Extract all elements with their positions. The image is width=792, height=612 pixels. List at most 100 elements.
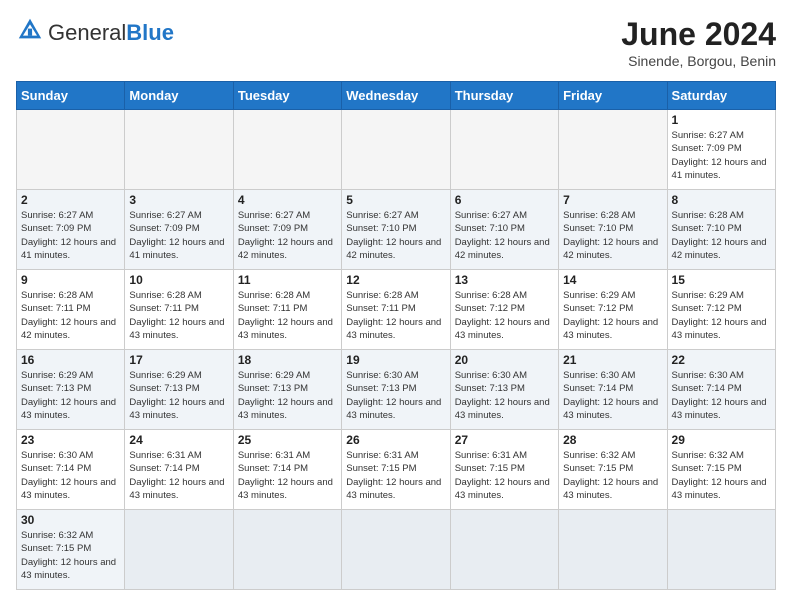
calendar-cell — [125, 110, 233, 190]
calendar-cell: 23Sunrise: 6:30 AM Sunset: 7:14 PM Dayli… — [17, 430, 125, 510]
calendar-cell: 29 Sunrise: 6:32 AM Sunset: 7:15 PM Dayli… — [667, 430, 775, 510]
calendar-cell: 15 Sunrise: 6:29 AM Sunset: 7:12 PM Dayli… — [667, 270, 775, 350]
day-info: Sunrise: 6:27 AM Sunset: 7:09 PM Dayligh… — [21, 209, 120, 262]
day-info: Sunrise: 6:31 AM Sunset: 7:14 PM Dayligh… — [129, 449, 228, 502]
day-info: Sunrise: 6:30 AM Sunset: 7:13 PM Dayligh… — [455, 369, 554, 422]
day-number: 16 — [21, 353, 120, 367]
day-info: Sunrise: 6:29 AM Sunset: 7:13 PM Dayligh… — [129, 369, 228, 422]
day-number: 13 — [455, 273, 554, 287]
day-number: 18 — [238, 353, 337, 367]
calendar-cell: 22 Sunrise: 6:30 AM Sunset: 7:14 PM Dayli… — [667, 350, 775, 430]
calendar-cell — [559, 110, 667, 190]
week-row-3: 16 Sunrise: 6:29 AM Sunset: 7:13 PM Dayli… — [17, 350, 776, 430]
weekday-header-row: SundayMondayTuesdayWednesdayThursdayFrid… — [17, 82, 776, 110]
calendar-cell: 7Sunrise: 6:28 AM Sunset: 7:10 PM Daylig… — [559, 190, 667, 270]
week-row-0: 1Sunrise: 6:27 AM Sunset: 7:09 PM Daylig… — [17, 110, 776, 190]
week-row-4: 23Sunrise: 6:30 AM Sunset: 7:14 PM Dayli… — [17, 430, 776, 510]
header-friday: Friday — [559, 82, 667, 110]
day-info: Sunrise: 6:27 AM Sunset: 7:09 PM Dayligh… — [672, 129, 771, 182]
calendar-cell: 17 Sunrise: 6:29 AM Sunset: 7:13 PM Dayli… — [125, 350, 233, 430]
calendar: SundayMondayTuesdayWednesdayThursdayFrid… — [16, 81, 776, 590]
week-row-2: 9Sunrise: 6:28 AM Sunset: 7:11 PM Daylig… — [17, 270, 776, 350]
day-info: Sunrise: 6:32 AM Sunset: 7:15 PM Dayligh… — [21, 529, 120, 582]
day-info: Sunrise: 6:32 AM Sunset: 7:15 PM Dayligh… — [672, 449, 771, 502]
day-info: Sunrise: 6:27 AM Sunset: 7:10 PM Dayligh… — [455, 209, 554, 262]
day-info: Sunrise: 6:28 AM Sunset: 7:11 PM Dayligh… — [238, 289, 337, 342]
day-info: Sunrise: 6:27 AM Sunset: 7:09 PM Dayligh… — [238, 209, 337, 262]
calendar-cell: 25 Sunrise: 6:31 AM Sunset: 7:14 PM Dayli… — [233, 430, 341, 510]
day-info: Sunrise: 6:29 AM Sunset: 7:13 PM Dayligh… — [21, 369, 120, 422]
header-thursday: Thursday — [450, 82, 558, 110]
day-info: Sunrise: 6:32 AM Sunset: 7:15 PM Dayligh… — [563, 449, 662, 502]
day-number: 6 — [455, 193, 554, 207]
day-number: 7 — [563, 193, 662, 207]
logo-text: GeneralBlue — [48, 22, 174, 44]
day-number: 17 — [129, 353, 228, 367]
calendar-cell: 8 Sunrise: 6:28 AM Sunset: 7:10 PM Daylig… — [667, 190, 775, 270]
calendar-cell — [559, 510, 667, 590]
day-number: 26 — [346, 433, 445, 447]
calendar-cell: 18Sunrise: 6:29 AM Sunset: 7:13 PM Dayli… — [233, 350, 341, 430]
day-info: Sunrise: 6:29 AM Sunset: 7:12 PM Dayligh… — [672, 289, 771, 342]
day-number: 14 — [563, 273, 662, 287]
calendar-cell: 27 Sunrise: 6:31 AM Sunset: 7:15 PM Dayli… — [450, 430, 558, 510]
calendar-cell — [342, 510, 450, 590]
calendar-cell: 20 Sunrise: 6:30 AM Sunset: 7:13 PM Dayli… — [450, 350, 558, 430]
day-number: 24 — [129, 433, 228, 447]
day-number: 29 — [672, 433, 771, 447]
day-info: Sunrise: 6:30 AM Sunset: 7:14 PM Dayligh… — [21, 449, 120, 502]
header-monday: Monday — [125, 82, 233, 110]
calendar-cell — [125, 510, 233, 590]
logo-icon — [16, 16, 44, 49]
day-info: Sunrise: 6:27 AM Sunset: 7:09 PM Dayligh… — [129, 209, 228, 262]
day-number: 30 — [21, 513, 120, 527]
calendar-cell: 13Sunrise: 6:28 AM Sunset: 7:12 PM Dayli… — [450, 270, 558, 350]
day-info: Sunrise: 6:30 AM Sunset: 7:14 PM Dayligh… — [563, 369, 662, 422]
day-number: 8 — [672, 193, 771, 207]
header-sunday: Sunday — [17, 82, 125, 110]
day-info: Sunrise: 6:29 AM Sunset: 7:12 PM Dayligh… — [563, 289, 662, 342]
calendar-cell — [342, 110, 450, 190]
calendar-cell: 3 Sunrise: 6:27 AM Sunset: 7:09 PM Daylig… — [125, 190, 233, 270]
calendar-cell — [450, 510, 558, 590]
calendar-cell — [17, 110, 125, 190]
calendar-cell: 9Sunrise: 6:28 AM Sunset: 7:11 PM Daylig… — [17, 270, 125, 350]
header-tuesday: Tuesday — [233, 82, 341, 110]
day-number: 22 — [672, 353, 771, 367]
calendar-cell: 26Sunrise: 6:31 AM Sunset: 7:15 PM Dayli… — [342, 430, 450, 510]
day-number: 12 — [346, 273, 445, 287]
day-number: 11 — [238, 273, 337, 287]
calendar-cell — [233, 110, 341, 190]
day-info: Sunrise: 6:31 AM Sunset: 7:15 PM Dayligh… — [455, 449, 554, 502]
day-number: 28 — [563, 433, 662, 447]
calendar-cell: 10Sunrise: 6:28 AM Sunset: 7:11 PM Dayli… — [125, 270, 233, 350]
day-number: 25 — [238, 433, 337, 447]
calendar-cell: 6 Sunrise: 6:27 AM Sunset: 7:10 PM Daylig… — [450, 190, 558, 270]
day-number: 2 — [21, 193, 120, 207]
day-number: 27 — [455, 433, 554, 447]
day-number: 20 — [455, 353, 554, 367]
calendar-cell: 1Sunrise: 6:27 AM Sunset: 7:09 PM Daylig… — [667, 110, 775, 190]
day-info: Sunrise: 6:31 AM Sunset: 7:14 PM Dayligh… — [238, 449, 337, 502]
day-info: Sunrise: 6:30 AM Sunset: 7:14 PM Dayligh… — [672, 369, 771, 422]
calendar-cell: 2 Sunrise: 6:27 AM Sunset: 7:09 PM Daylig… — [17, 190, 125, 270]
day-number: 21 — [563, 353, 662, 367]
calendar-cell: 28 Sunrise: 6:32 AM Sunset: 7:15 PM Dayli… — [559, 430, 667, 510]
calendar-cell — [667, 510, 775, 590]
calendar-cell: 14 Sunrise: 6:29 AM Sunset: 7:12 PM Dayli… — [559, 270, 667, 350]
calendar-cell: 12Sunrise: 6:28 AM Sunset: 7:11 PM Dayli… — [342, 270, 450, 350]
day-number: 15 — [672, 273, 771, 287]
day-info: Sunrise: 6:28 AM Sunset: 7:10 PM Dayligh… — [672, 209, 771, 262]
day-info: Sunrise: 6:30 AM Sunset: 7:13 PM Dayligh… — [346, 369, 445, 422]
header: GeneralBlue June 2024 Sinende, Borgou, B… — [16, 16, 776, 69]
calendar-cell: 30 Sunrise: 6:32 AM Sunset: 7:15 PM Dayli… — [17, 510, 125, 590]
title-area: June 2024 Sinende, Borgou, Benin — [621, 16, 776, 69]
calendar-cell — [233, 510, 341, 590]
header-wednesday: Wednesday — [342, 82, 450, 110]
calendar-cell: 11 Sunrise: 6:28 AM Sunset: 7:11 PM Dayli… — [233, 270, 341, 350]
day-number: 10 — [129, 273, 228, 287]
day-number: 19 — [346, 353, 445, 367]
calendar-cell: 21 Sunrise: 6:30 AM Sunset: 7:14 PM Dayli… — [559, 350, 667, 430]
day-number: 3 — [129, 193, 228, 207]
calendar-cell: 16 Sunrise: 6:29 AM Sunset: 7:13 PM Dayli… — [17, 350, 125, 430]
